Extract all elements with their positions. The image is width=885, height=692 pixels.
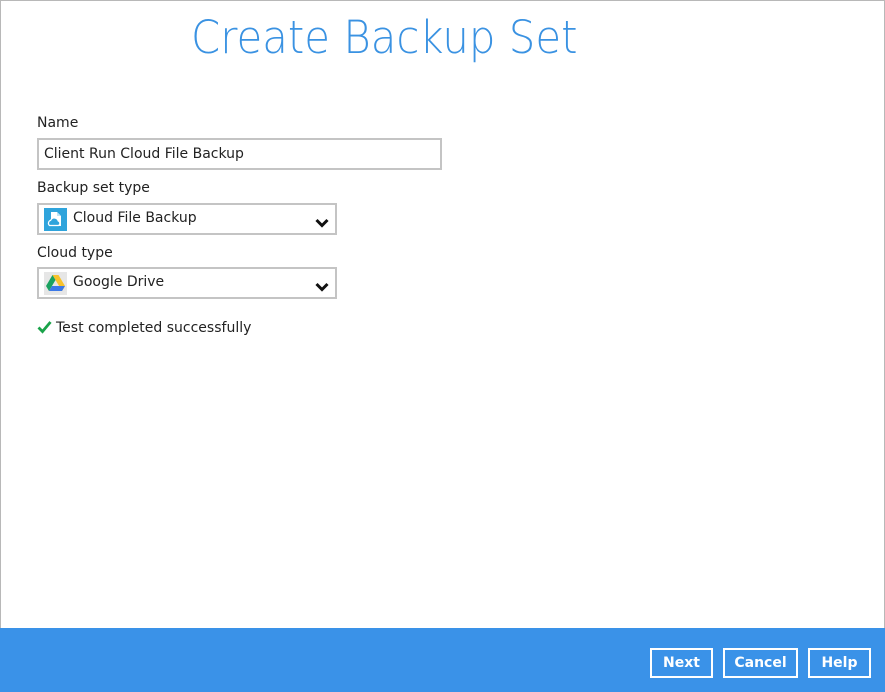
checkmark-icon xyxy=(37,320,52,334)
test-status-text: Test completed successfully xyxy=(56,320,252,336)
chevron-down-icon[interactable] xyxy=(315,278,329,292)
cloud-type-value: Google Drive xyxy=(73,274,165,290)
footer-bar: Next Cancel Help xyxy=(0,628,885,692)
next-button[interactable]: Next xyxy=(650,648,713,678)
cloud-file-backup-icon xyxy=(44,208,67,231)
page-title: Create Backup Set xyxy=(191,11,578,64)
cloud-type-select[interactable]: Google Drive xyxy=(37,267,337,299)
cloud-type-label: Cloud type xyxy=(37,245,113,261)
name-label: Name xyxy=(37,115,79,131)
backup-set-type-select[interactable]: Cloud File Backup xyxy=(37,203,337,235)
backup-set-type-value: Cloud File Backup xyxy=(73,210,197,226)
create-backup-set-dialog: Create Backup Set Name Backup set type C… xyxy=(0,0,885,692)
name-input[interactable] xyxy=(37,138,442,170)
help-button[interactable]: Help xyxy=(808,648,871,678)
backup-set-type-label: Backup set type xyxy=(37,180,150,196)
test-status: Test completed successfully xyxy=(37,320,251,336)
cancel-button[interactable]: Cancel xyxy=(723,648,798,678)
chevron-down-icon[interactable] xyxy=(315,214,329,228)
google-drive-icon xyxy=(44,272,67,295)
